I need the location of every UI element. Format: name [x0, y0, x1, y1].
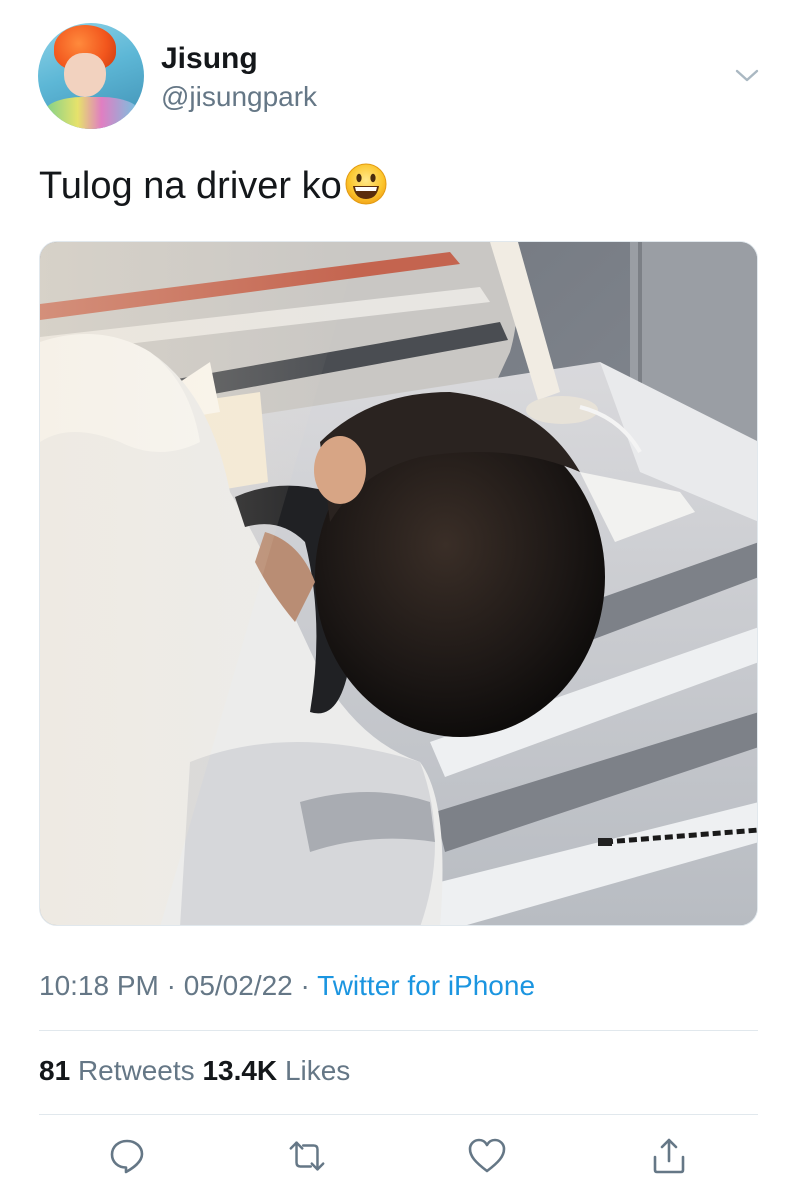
chevron-down-icon[interactable]	[733, 64, 761, 86]
retweet-arrows-icon	[289, 1141, 325, 1171]
retweet-button[interactable]	[287, 1136, 327, 1176]
retweets-count: 81	[39, 1055, 71, 1086]
tweet-text: Tulog na driver ko	[39, 163, 388, 208]
tweet-metadata: 10:18 PM · 05/02/22 · Twitter for iPhone	[39, 970, 535, 1002]
avatar-face	[64, 53, 106, 97]
share-button[interactable]	[649, 1136, 689, 1176]
likes-label: Likes	[284, 1055, 351, 1086]
like-button[interactable]	[467, 1136, 507, 1176]
likes-stat[interactable]: 13.4K Likes	[202, 1055, 350, 1086]
reply-button[interactable]	[107, 1136, 147, 1176]
tweet-source-link[interactable]: Twitter for iPhone	[317, 970, 535, 1001]
meta-separator: ·	[166, 970, 176, 1001]
avatar[interactable]	[38, 23, 144, 129]
grinning-face-emoji-icon	[345, 163, 387, 205]
tweet-text-content: Tulog na driver ko	[39, 164, 342, 207]
tweet-photo[interactable]	[39, 241, 758, 926]
tweet-stats: 81 Retweets 13.4K Likes	[39, 1055, 350, 1087]
heart-icon	[468, 1138, 506, 1173]
tweet-card: Jisung @jisungpark Tulog na driver ko 10…	[0, 0, 797, 1200]
speech-bubble-icon	[110, 1139, 144, 1174]
tweet-time[interactable]: 10:18 PM	[39, 970, 159, 1001]
user-handle[interactable]: @jisungpark	[161, 81, 317, 113]
tweet-date[interactable]: 05/02/22	[184, 970, 293, 1001]
meta-separator: ·	[300, 970, 310, 1001]
likes-count: 13.4K	[202, 1055, 278, 1086]
action-bar	[0, 1136, 797, 1180]
share-upload-icon	[653, 1138, 685, 1174]
divider	[39, 1030, 758, 1031]
sleeping-person-photo-image	[40, 242, 757, 925]
retweets-stat[interactable]: 81 Retweets	[39, 1055, 195, 1086]
avatar-shirt	[44, 97, 140, 129]
retweets-label: Retweets	[77, 1055, 195, 1086]
display-name[interactable]: Jisung	[161, 42, 258, 76]
divider	[39, 1114, 758, 1115]
